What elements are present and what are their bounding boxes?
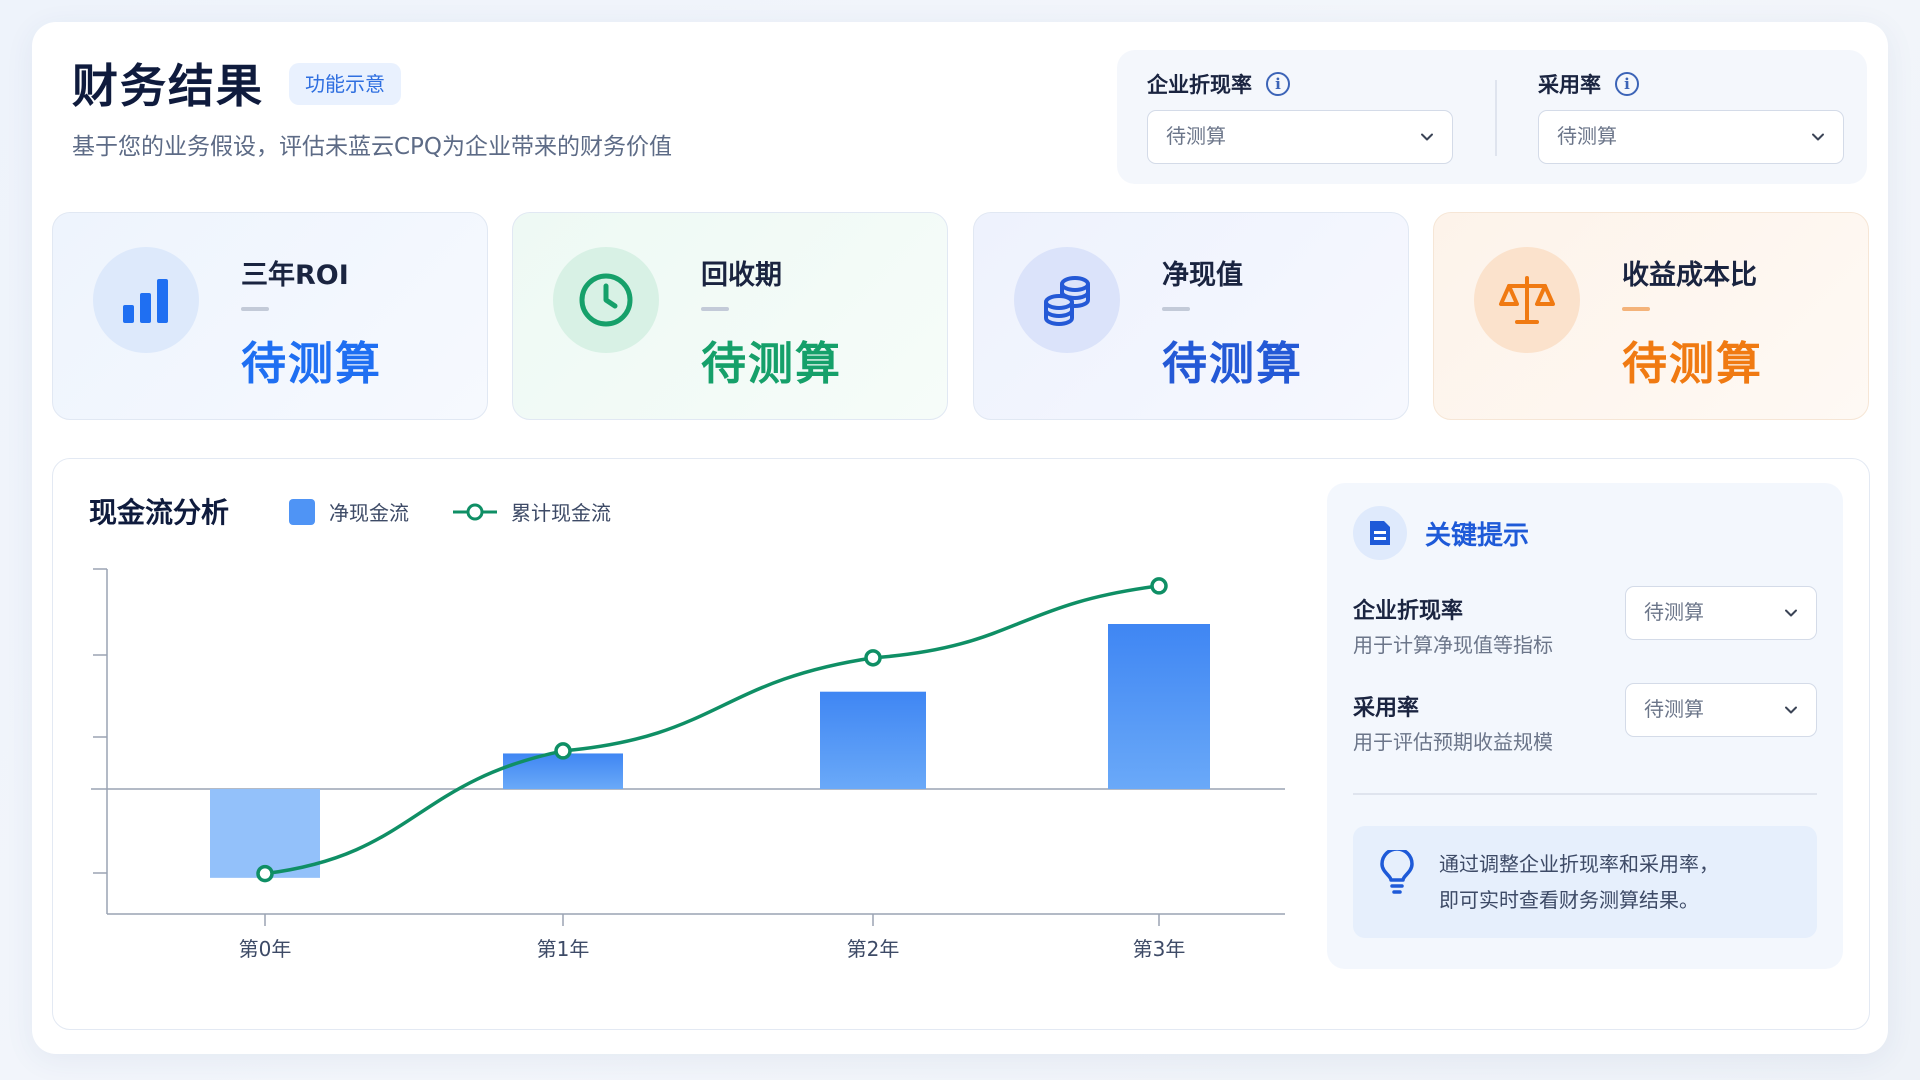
coins-icon xyxy=(1014,247,1120,353)
kpi-value: 待测算 xyxy=(241,337,383,390)
discount-rate-select-value: 待测算 xyxy=(1166,124,1226,148)
params-divider xyxy=(1495,80,1497,156)
kpi-card-npv: 净现值 待测算 xyxy=(973,212,1409,420)
adoption-rate-select-value: 待测算 xyxy=(1557,124,1617,148)
adoption-rate-label: 采用率 xyxy=(1538,73,1601,97)
tip-discount-rate-select[interactable]: 待测算 xyxy=(1625,586,1817,640)
tip-discount-rate-desc: 用于计算净现值等指标 xyxy=(1353,633,1553,657)
kpi-divider xyxy=(701,307,729,311)
x-tick-label: 第1年 xyxy=(537,937,590,961)
page-subtitle: 基于您的业务假设，评估未蓝云CPQ为企业带来的财务价值 xyxy=(72,134,673,160)
scale-icon xyxy=(1474,247,1580,353)
tip-adoption-rate-select[interactable]: 待测算 xyxy=(1625,683,1817,737)
line-point-1 xyxy=(554,742,572,760)
demo-badge: 功能示意 xyxy=(289,63,401,105)
page-title: 财务结果 xyxy=(72,59,264,113)
x-tick-label: 第3年 xyxy=(1133,937,1186,961)
bar-chart-icon xyxy=(93,247,199,353)
hint-line-1: 通过调整企业折现率和采用率， xyxy=(1439,852,1719,876)
tips-divider xyxy=(1353,793,1817,795)
key-tips-panel: 关键提示 企业折现率 用于计算净现值等指标 待测算 采用率 用于评估预期收益规模… xyxy=(1327,483,1843,969)
line-point-2 xyxy=(864,649,882,667)
x-tick-label: 第2年 xyxy=(847,937,900,961)
discount-rate-param: 企业折现率 i xyxy=(1147,68,1290,100)
kpi-card-payback: 回收期 待测算 xyxy=(512,212,948,420)
bar-0 xyxy=(210,789,320,878)
tip-adoption-rate-desc: 用于评估预期收益规模 xyxy=(1353,730,1553,754)
discount-rate-select[interactable]: 待测算 xyxy=(1147,110,1453,164)
chevron-down-icon xyxy=(1785,706,1797,714)
chevron-down-icon xyxy=(1785,609,1797,617)
kpi-title: 三年ROI xyxy=(241,260,349,291)
kpi-card-roi: 三年ROI 待测算 xyxy=(52,212,488,420)
kpi-title: 回收期 xyxy=(701,260,782,291)
chevron-down-icon xyxy=(1812,133,1824,141)
adoption-rate-param: 采用率 i xyxy=(1538,68,1639,100)
line-point-3 xyxy=(1150,577,1168,595)
info-icon[interactable]: i xyxy=(1266,72,1290,96)
kpi-title: 净现值 xyxy=(1162,260,1243,291)
bar-2 xyxy=(820,691,926,789)
discount-rate-label: 企业折现率 xyxy=(1147,73,1252,97)
hint-line-2: 即可实时查看财务测算结果。 xyxy=(1439,888,1699,912)
hint-box: 通过调整企业折现率和采用率， 即可实时查看财务测算结果。 xyxy=(1353,826,1817,938)
kpi-title: 收益成本比 xyxy=(1622,260,1757,291)
info-icon[interactable]: i xyxy=(1615,72,1639,96)
chevron-down-icon xyxy=(1421,133,1433,141)
kpi-value: 待测算 xyxy=(701,337,843,390)
kpi-divider xyxy=(1162,307,1190,311)
kpi-card-benefit-cost: 收益成本比 待测算 xyxy=(1433,212,1869,420)
key-tips-title: 关键提示 xyxy=(1425,521,1530,551)
hint-text: 通过调整企业折现率和采用率， 即可实时查看财务测算结果。 xyxy=(1439,846,1719,918)
clock-icon xyxy=(553,247,659,353)
tip-discount-rate-label: 企业折现率 xyxy=(1353,599,1464,624)
x-tick-label: 第0年 xyxy=(239,937,292,961)
tip-adoption-rate-label: 采用率 xyxy=(1353,696,1420,721)
tip-discount-rate-select-value: 待测算 xyxy=(1644,600,1704,624)
kpi-divider xyxy=(241,307,269,311)
document-icon xyxy=(1353,506,1407,560)
adoption-rate-select[interactable]: 待测算 xyxy=(1538,110,1844,164)
bar-3 xyxy=(1108,624,1210,789)
kpi-divider xyxy=(1622,307,1650,311)
cashflow-chart: 第0年 第1年 第2年 第3年 xyxy=(91,568,1285,961)
kpi-value: 待测算 xyxy=(1162,337,1304,390)
kpi-value: 待测算 xyxy=(1622,337,1764,390)
lightbulb-icon xyxy=(1380,850,1414,894)
cumulative-line xyxy=(264,584,1160,876)
tip-adoption-rate-select-value: 待测算 xyxy=(1644,697,1704,721)
line-point-0 xyxy=(256,864,274,883)
parameter-panel: 企业折现率 i 待测算 采用率 i 待测算 xyxy=(1117,50,1867,184)
